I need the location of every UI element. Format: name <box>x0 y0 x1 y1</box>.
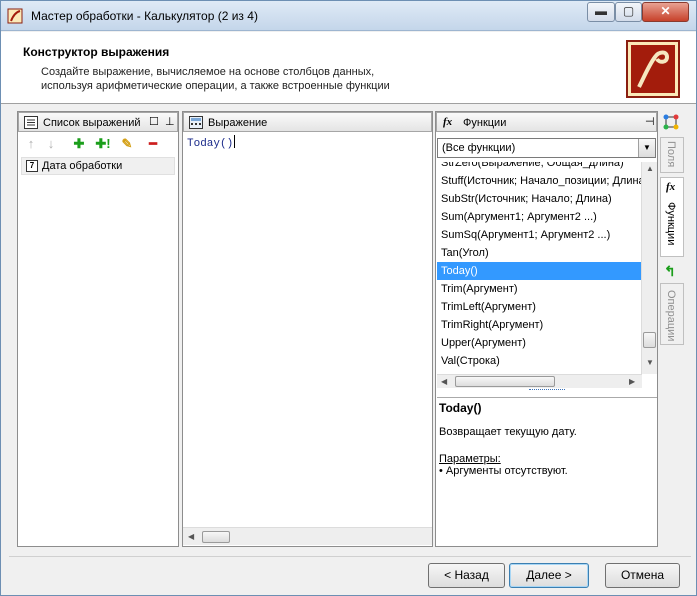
scroll-thumb[interactable] <box>643 332 656 348</box>
expression-list-item[interactable]: 7 Дата обработки <box>21 157 175 175</box>
expressions-panel <box>17 111 179 547</box>
calculator-icon <box>189 116 203 129</box>
minimize-button[interactable]: ▬ <box>587 2 615 22</box>
logo-s-icon <box>637 50 670 88</box>
functions-panel-title: Функции <box>463 117 507 129</box>
function-fx-icon: fx <box>666 181 676 193</box>
add-icon[interactable]: ✚ <box>71 136 87 152</box>
splitter-grip[interactable] <box>529 389 565 394</box>
next-button[interactable]: Далее > <box>509 563 589 588</box>
scroll-left-icon[interactable]: ◀ <box>188 532 194 541</box>
operations-tab-icon[interactable]: ↰ <box>664 263 680 279</box>
back-button[interactable]: < Назад <box>428 563 505 588</box>
function-list-item[interactable]: Today() <box>437 262 642 280</box>
calendar-icon: 7 <box>26 160 38 172</box>
function-category-select[interactable]: (Все функции) ▼ <box>437 138 656 158</box>
window-title: Мастер обработки - Калькулятор (2 из 4) <box>31 9 258 23</box>
function-list-item[interactable]: Trim(Аргумент) <box>437 280 642 298</box>
expression-hscrollbar[interactable]: ◀ <box>183 527 432 545</box>
tab-functions-label: Функции <box>665 202 677 246</box>
chevron-down-icon[interactable]: ▼ <box>638 139 655 157</box>
function-category-value: (Все функции) <box>442 142 516 154</box>
wizard-header: Конструктор выражения Создайте выражение… <box>1 32 696 104</box>
expression-text: Today() <box>187 138 234 150</box>
function-list-item[interactable]: TrimLeft(Аргумент) <box>437 298 642 316</box>
tab-operations-label: Операции <box>665 290 677 342</box>
expression-panel-header: Выражение <box>183 112 432 132</box>
title-bar: Мастер обработки - Калькулятор (2 из 4) … <box>1 1 696 31</box>
pin-icon[interactable]: ⊥ <box>165 113 175 131</box>
tab-operations[interactable]: Операции <box>660 283 684 345</box>
function-list-item[interactable]: Tan(Угол) <box>437 244 642 262</box>
expressions-panel-header: Список выражений ☐ ⊥ <box>18 112 178 132</box>
text-caret <box>234 135 236 148</box>
function-params-label: Параметры: <box>439 453 501 465</box>
scroll-thumb[interactable] <box>455 376 555 387</box>
expression-panel <box>182 111 433 547</box>
function-params-item: • Аргументы отсутствуют. <box>439 465 568 477</box>
network-icon <box>663 114 679 130</box>
function-list-item[interactable]: Stuff(Источник; Начало_позиции; Длина <box>437 172 642 190</box>
wizard-window: Мастер обработки - Калькулятор (2 из 4) … <box>0 0 697 596</box>
expressions-panel-title: Список выражений <box>43 117 141 129</box>
cancel-button[interactable]: Отмена <box>605 563 680 588</box>
function-list-item[interactable]: TrimRight(Аргумент) <box>437 316 642 334</box>
wizard-logo <box>626 40 680 98</box>
move-up-icon[interactable]: ↑ <box>23 136 39 152</box>
function-list-item[interactable]: StrZero(Выражение; Общая_длина) <box>437 162 642 172</box>
fields-tab-icon[interactable] <box>662 113 680 131</box>
functions-hscrollbar[interactable]: ◀ ▶ <box>437 374 642 388</box>
functions-list[interactable]: StrZero(Выражение; Общая_длина) Stuff(Ист… <box>437 162 642 374</box>
pin-icon[interactable]: ⊣ <box>645 113 655 131</box>
functions-panel-header: fx Функции ⊣ <box>436 112 657 132</box>
scroll-left-icon[interactable]: ◀ <box>441 377 447 386</box>
expression-panel-title: Выражение <box>208 117 268 129</box>
footer-divider <box>9 556 691 557</box>
delete-icon[interactable]: ━ <box>145 136 161 152</box>
list-icon <box>24 116 38 129</box>
function-description-title: Today() <box>439 401 482 415</box>
scroll-down-icon[interactable]: ▼ <box>646 358 654 367</box>
page-title: Конструктор выражения <box>23 45 170 59</box>
maximize-button[interactable]: ▢ <box>615 2 642 22</box>
add-special-icon[interactable]: ✚! <box>93 136 113 152</box>
logo-inner <box>631 45 675 93</box>
scroll-right-icon[interactable]: ▶ <box>629 377 635 386</box>
function-list-item[interactable]: Val(Строка) <box>437 352 642 370</box>
tab-fields-label: Поля <box>665 141 677 168</box>
edit-pencil-icon[interactable]: ✎ <box>119 136 135 152</box>
function-list-item[interactable]: SubStr(Источник; Начало; Длина) <box>437 190 642 208</box>
app-icon <box>7 8 23 24</box>
function-list-item[interactable]: Sum(Аргумент1; Аргумент2 ...) <box>437 208 642 226</box>
description-line-2: используя арифметические операции, а так… <box>41 80 390 92</box>
tab-fields[interactable]: Поля <box>660 137 684 173</box>
tab-functions[interactable]: fx Функции <box>660 177 684 257</box>
expressions-toolbar: ↑ ↓ ✚ ✚! ✎ ━ <box>19 135 177 155</box>
expression-label: Дата обработки <box>42 160 123 172</box>
scroll-thumb[interactable] <box>202 531 230 543</box>
function-fx-icon: fx <box>443 116 453 128</box>
maximize-panel-icon[interactable]: ☐ <box>149 113 159 131</box>
close-button[interactable]: ✕ <box>642 2 689 22</box>
function-description: Today() Возвращает текущую дату. Парамет… <box>437 397 657 545</box>
move-down-icon[interactable]: ↓ <box>43 136 59 152</box>
expression-editor[interactable]: Today() <box>187 135 236 150</box>
function-description-text: Возвращает текущую дату. <box>439 426 577 438</box>
scroll-up-icon[interactable]: ▲ <box>646 164 654 173</box>
function-list-item[interactable]: Upper(Аргумент) <box>437 334 642 352</box>
description-line-1: Создайте выражение, вычисляемое на основ… <box>41 66 375 78</box>
page-description: Создайте выражение, вычисляемое на основ… <box>41 65 541 93</box>
functions-vscrollbar[interactable]: ▲ ▼ <box>641 162 657 374</box>
function-list-item[interactable]: SumSq(Аргумент1; Аргумент2 ...) <box>437 226 642 244</box>
